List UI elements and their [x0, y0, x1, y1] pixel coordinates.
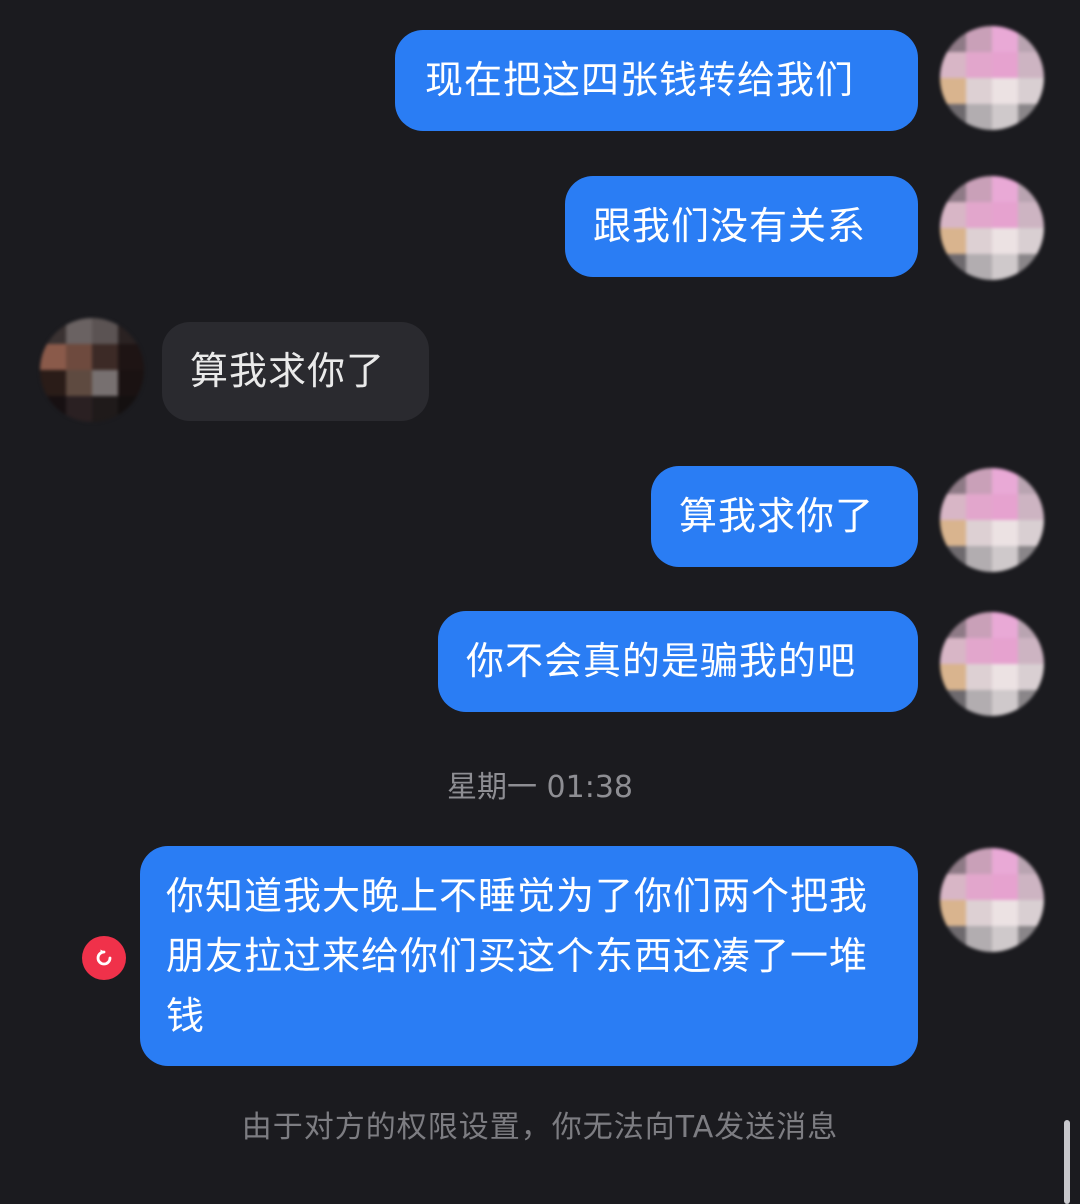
self-avatar[interactable] [940, 26, 1044, 130]
blocked-send-notice: 由于对方的权限设置，你无法向TA发送消息 [241, 1110, 839, 1145]
outgoing-message-bubble[interactable]: 现在把这四张钱转给我们 [395, 30, 918, 131]
self-avatar[interactable] [940, 468, 1044, 572]
outgoing-message-bubble[interactable]: 算我求你了 [651, 466, 918, 567]
outgoing-message-bubble-failed[interactable]: 你知道我大晚上不睡觉为了你们两个把我朋友拉过来给你们买这个东西还凑了一堆钱 [140, 846, 918, 1066]
incoming-message-bubble[interactable]: 算我求你了 [162, 322, 429, 421]
self-avatar[interactable] [940, 848, 1044, 952]
message-timestamp: 星期一 01:38 [447, 770, 633, 805]
outgoing-message-bubble[interactable]: 你不会真的是骗我的吧 [438, 611, 918, 712]
peer-avatar[interactable] [40, 318, 144, 422]
resend-icon [96, 949, 112, 966]
resend-failed-button[interactable] [82, 936, 126, 980]
self-avatar[interactable] [940, 176, 1044, 280]
outgoing-message-bubble[interactable]: 跟我们没有关系 [565, 176, 918, 277]
chat-screen: 现在把这四张钱转给我们 跟我们没有关系 算我求你了 算我求你了 你不会真的是骗我… [0, 0, 1080, 1204]
self-avatar[interactable] [940, 612, 1044, 716]
scrollbar[interactable] [1064, 1120, 1070, 1204]
